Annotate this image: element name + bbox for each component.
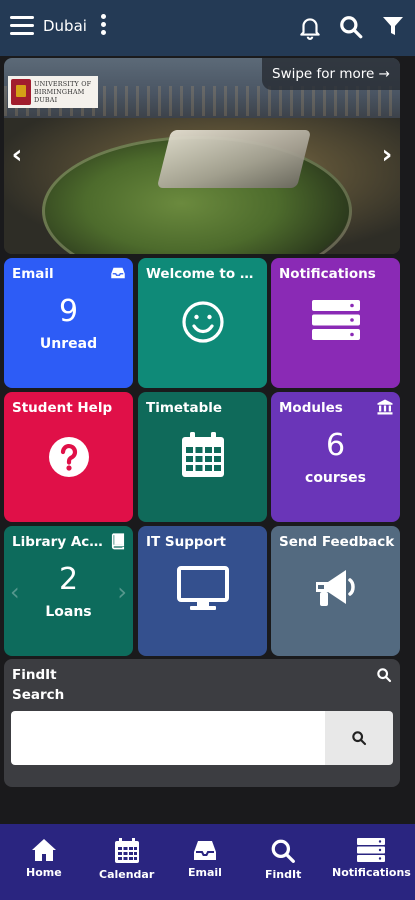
email-count: 9 [58,294,79,329]
inbox-icon [193,841,216,860]
it-support-tile[interactable]: IT Support [138,526,267,656]
smile-icon [138,300,267,344]
inbox-icon [109,264,127,282]
server-icon [271,300,400,340]
student-help-tile[interactable]: Student Help [4,392,133,522]
search-icon [271,839,296,863]
university-logo: UNIVERSITY OF BIRMINGHAM DUBAI [8,76,98,108]
findit-search-card: FindIt Search [4,659,400,787]
tile-title: Notifications [279,266,376,282]
campus-carousel[interactable]: UNIVERSITY OF BIRMINGHAM DUBAI Swipe for… [4,58,400,254]
carousel-image-building [156,130,312,188]
filter-icon[interactable] [381,14,407,40]
search-icon [376,667,392,683]
menu-icon[interactable] [10,16,34,38]
megaphone-icon [271,568,400,610]
library-loans-count: 2 [58,562,79,597]
search-icon [352,731,367,746]
calendar-icon [138,432,267,478]
server-icon [357,838,386,862]
nav-item-notifications[interactable]: Notifications [332,838,411,879]
bell-icon[interactable] [297,14,323,40]
book-icon [109,532,127,550]
email-count-label: Unread [39,336,98,352]
search-icon[interactable] [338,14,364,40]
nav-item-findit[interactable]: FindIt [265,838,301,881]
tile-title: Welcome to M... [146,266,264,282]
findit-title: FindIt [12,667,57,683]
home-icon [31,839,56,861]
university-icon [376,398,394,416]
findit-subtitle: Search [12,687,65,703]
findit-search-input[interactable] [11,711,325,765]
welcome-tile[interactable]: Welcome to M... [138,258,267,388]
tile-title: Library Acco... [12,534,107,550]
modules-count: 6 [325,428,346,463]
question-circle-icon [4,436,133,478]
modules-tile[interactable]: Modules 6 courses [271,392,400,522]
calendar-icon [114,838,139,863]
email-tile[interactable]: Email 9 Unread [4,258,133,388]
top-app-bar: Dubai [0,0,415,56]
tile-title: IT Support [146,534,226,550]
monitor-icon [138,566,267,612]
chevron-right-icon[interactable]: › [379,142,395,168]
nav-item-email[interactable]: Email [188,838,222,879]
send-feedback-tile[interactable]: Send Feedback [271,526,400,656]
timetable-tile[interactable]: Timetable [138,392,267,522]
chevron-left-icon[interactable]: ‹ [9,142,25,168]
modules-count-label: courses [305,470,366,486]
location-title[interactable]: Dubai [43,17,87,35]
tile-title: Student Help [12,400,113,416]
tile-title: Modules [279,400,343,416]
findit-search-button[interactable] [325,711,393,765]
nav-item-calendar[interactable]: Calendar [99,838,154,881]
swipe-for-more-label[interactable]: Swipe for more → [262,58,400,90]
more-vertical-icon[interactable] [99,14,107,38]
bottom-navigation: Home Calendar Email FindIt Notifications [0,824,415,900]
university-crest-icon [11,79,31,105]
tile-title: Timetable [146,400,223,416]
library-tile[interactable]: Library Acco... ‹ › 2 Loans [4,526,133,656]
tile-title: Send Feedback [279,534,395,550]
notifications-tile[interactable]: Notifications [271,258,400,388]
nav-item-home[interactable]: Home [26,838,62,879]
library-loans-label: Loans [45,604,92,620]
tile-title: Email [12,266,54,282]
